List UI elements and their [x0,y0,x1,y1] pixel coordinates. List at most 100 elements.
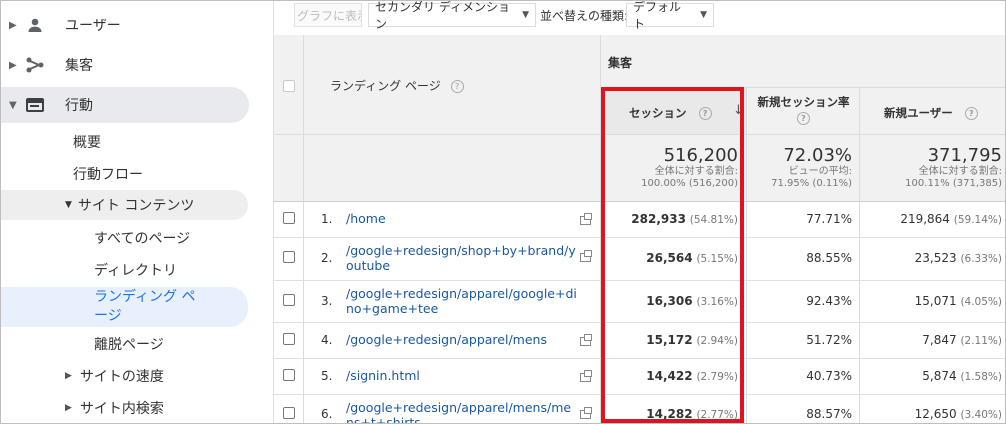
row-index: 2. [321,251,333,265]
sidebar-sub-all-pages[interactable]: すべてのページ [94,223,190,253]
open-external-icon[interactable] [580,407,592,419]
new-users-value: 23,523 [914,251,957,265]
new-users-cell: 7,847 (2.11%) [866,333,1002,347]
sidebar-sub-directory[interactable]: ディレクトリ [94,255,177,285]
row-index: 3. [321,294,333,308]
new-users-header-label: 新規ユーザー [884,106,953,120]
caret-down-icon: ▼ [522,10,529,20]
row-index: 5. [321,369,333,383]
new-users-percent: (1.58%) [960,371,1002,383]
landing-page-header[interactable]: ランディング ページ ? [330,77,464,94]
sidebar-sub-label: 概要 [73,135,101,151]
person-icon [25,15,45,35]
new-users-value: 15,071 [914,294,957,308]
sidebar-item-users[interactable]: ▶ ユーザー [1,7,121,43]
new-session-rate-cell: 92.43% [806,294,852,308]
sidebar-item-label: ユーザー [65,18,121,34]
row-index: 4. [321,333,333,347]
new-session-rate-total: 72.03% ビューの平均: 71.95% (0.11%) [752,146,852,190]
landing-page-link[interactable]: /signin.html [346,368,574,383]
col-divider [859,88,860,423]
new-users-percent: (6.33%) [960,253,1002,265]
new-users-total: 371,795 全体に対する割合: 100.11% (371,385) [872,146,1002,190]
sidebar-item-behavior[interactable]: ▼ 行動 [1,87,249,123]
analytics-window: ▶ ユーザー ▶ 集客 ▼ 行動 概要 行動フロー ▼ サイト コンテンツ すべ… [0,0,1006,424]
new-users-cell: 219,864 (59.14%) [866,212,1002,226]
landing-page-link[interactable]: /google+redesign/apparel/mens/mens+t+shi… [346,400,578,423]
chevron-right-icon: ▶ [9,19,17,31]
total-caption: ビューの平均: [788,166,852,177]
landing-page-link[interactable]: /google+redesign/apparel/google+dino+gam… [346,286,578,316]
new-session-rate-cell: 88.55% [806,251,852,265]
open-external-icon[interactable] [580,213,592,225]
sort-type-label: 並べ替えの種類: [540,8,629,23]
new-users-cell: 15,071 (4.05%) [866,294,1002,308]
sidebar-sub-exit-pages[interactable]: 離脱ページ [94,329,164,359]
open-external-icon[interactable] [580,370,592,382]
sidebar-sub-overview[interactable]: 概要 [73,127,101,157]
total-value: 72.03% [783,145,852,166]
row-checkbox[interactable] [283,369,295,381]
new-session-rate-cell: 40.73% [806,369,852,383]
sidebar-sub-label: 行動フロー [73,167,143,183]
sidebar-item-acquisition[interactable]: ▶ 集客 [1,47,93,83]
sidebar-item-label: 行動 [65,98,93,114]
new-session-rate-header[interactable]: 新規セッション率 ? [748,94,859,125]
sidebar-sub-label: すべてのページ [94,231,191,247]
select-all-checkbox[interactable] [283,80,295,92]
new-users-value: 7,847 [922,333,957,347]
row-index: 1. [321,212,333,226]
chevron-right-icon: ▶ [9,59,17,71]
open-external-icon[interactable] [580,334,592,346]
caret-down-icon: ▼ [700,10,707,20]
sidebar-sub-site-search[interactable]: ▶ サイト内検索 [65,393,164,423]
new-session-rate-cell: 77.71% [806,212,852,226]
col-divider [746,88,747,423]
new-users-header[interactable]: 新規ユーザー ? [884,105,978,121]
help-icon[interactable]: ? [964,107,978,120]
new-users-value: 12,650 [914,407,957,421]
graph-button-label: グラフに表示 [297,8,362,23]
sidebar-sub-label: サイト内検索 [79,401,164,417]
new-users-percent: (59.14%) [953,214,1002,226]
secondary-dimension-label: セカンダリ ディメンション [375,0,510,31]
landing-page-link[interactable]: /google+redesign/shop+by+brand/youtube [346,243,578,273]
new-users-value: 219,864 [900,212,950,226]
open-external-icon[interactable] [580,250,592,262]
row-index: 6. [321,407,333,421]
sidebar-sub-behavior-flow[interactable]: 行動フロー [73,159,143,189]
sessions-highlight-box [601,87,744,423]
sort-type-dropdown[interactable]: デフォルト ▼ [626,1,714,31]
graph-button[interactable]: グラフに表示 [294,3,362,27]
sidebar-sub-site-content[interactable]: ▼ サイト コンテンツ [1,190,248,220]
new-session-rate-cell: 51.72% [806,333,852,347]
chevron-right-icon: ▶ [65,403,72,413]
sidebar-sub-label: ディレクトリ [94,263,178,279]
new-session-rate-header-label: 新規セッション率 [757,95,850,109]
row-checkbox[interactable] [283,294,295,306]
new-users-cell: 23,523 (6.33%) [866,251,1002,265]
chevron-down-icon: ▼ [65,200,72,210]
behavior-icon [25,95,45,115]
secondary-dimension-dropdown[interactable]: セカンダリ ディメンション ▼ [368,1,536,31]
total-caption: 71.95% (0.11%) [771,178,852,189]
help-icon[interactable]: ? [797,112,810,125]
new-users-percent: (2.11%) [960,335,1002,347]
sidebar-sub-landing-pages[interactable]: ランディング ページ [1,287,248,327]
row-checkbox[interactable] [283,407,295,419]
acquisition-group-header: 集客 [608,56,633,70]
help-icon[interactable]: ? [450,80,464,93]
new-users-percent: (4.05%) [960,296,1002,308]
sidebar-sub-site-speed[interactable]: ▶ サイトの速度 [65,361,164,391]
row-checkbox[interactable] [283,212,295,224]
total-caption: 全体に対する割合: [918,166,1002,177]
row-checkbox[interactable] [283,333,295,345]
total-caption: 100.11% (371,385) [905,178,1002,189]
report-toolbar: グラフに表示 セカンダリ ディメンション ▼ 並べ替えの種類: デフォルト ▼ [274,1,1005,35]
acquisition-icon [25,55,45,75]
sidebar-sub-label: サイトの速度 [79,369,164,385]
row-checkbox[interactable] [283,251,295,263]
landing-page-link[interactable]: /google+redesign/apparel/mens [346,332,574,347]
landing-page-link[interactable]: /home [346,211,574,226]
sidebar: ▶ ユーザー ▶ 集客 ▼ 行動 概要 行動フロー ▼ サイト コンテンツ すべ… [1,1,273,423]
